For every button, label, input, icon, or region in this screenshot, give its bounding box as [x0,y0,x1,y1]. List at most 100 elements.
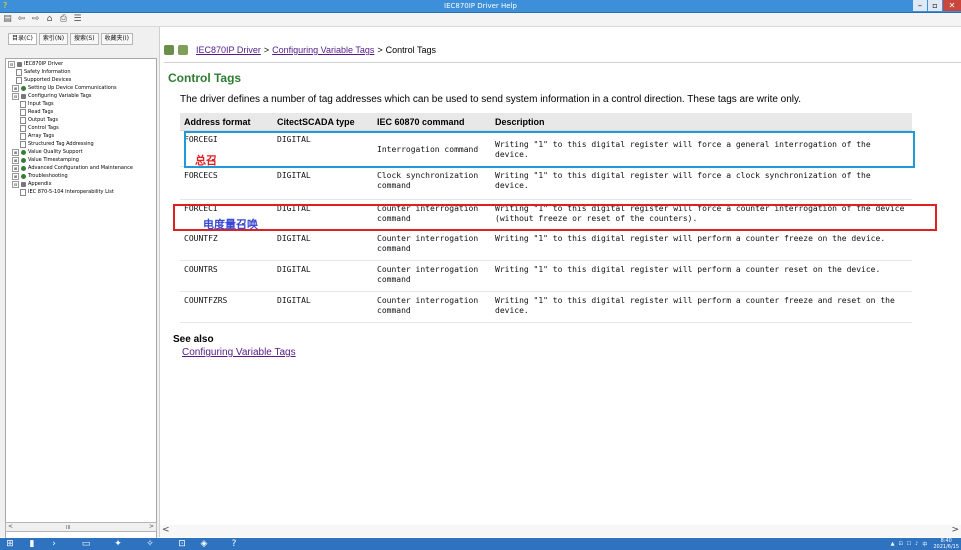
table-cell: COUNTFZ [180,229,273,261]
table-row: COUNTRS DIGITAL Counter interrogation comm… [180,260,912,292]
breadcrumb-separator: > [263,45,270,55]
tree-item[interactable]: Supported Devices [16,77,71,84]
tray-icon[interactable]: 中 [922,541,927,548]
tray-icon[interactable]: ☐ [907,541,911,547]
tree-horizontal-scrollbar[interactable]: < III > [5,522,157,532]
tab-index[interactable]: 索引(N) [38,33,69,45]
taskbar-tool2-icon[interactable]: ◈ [198,539,210,549]
tab-contents[interactable]: 目录(C) [8,33,37,45]
options-icon[interactable]: ☰ [72,14,83,25]
expand-toggle-icon[interactable]: ⊞ [12,85,19,92]
navigation-pane: 目录(C) 索引(N) 搜索(S) 收藏夹(I) ⊟ IEC870IP Drive… [0,27,160,550]
tree-item[interactable]: Output Tags [20,117,58,124]
tree-item[interactable]: ⊞ Value Timestamping [12,157,79,164]
clock[interactable]: 8:40 2021/6/15 [933,538,959,550]
tree-item-label: Array Tags [28,133,55,139]
tray-icon[interactable]: ♪ [915,541,918,547]
table-cell: Clock synchronization command [373,166,491,200]
tree-item[interactable]: ⊞ Setting Up Device Communications [12,85,117,92]
expand-toggle-icon[interactable]: ⊞ [12,173,19,180]
book-icon [21,182,26,187]
book-icon [17,62,22,67]
tray-icon[interactable]: ⊡ [898,541,902,547]
forward-icon[interactable]: ⇨ [30,14,41,25]
expand-toggle-icon[interactable]: ⊞ [12,157,19,164]
breadcrumb-link-configuring[interactable]: Configuring Variable Tags [272,45,374,55]
tree-item-label: IEC870IP Driver [24,61,64,67]
back-icon[interactable]: ⇦ [16,14,27,25]
column-header: Address format [180,113,273,131]
see-also-link[interactable]: Configuring Variable Tags [182,347,296,358]
topic-icon [21,158,26,163]
annotation-general-interrogation: 总召 [195,154,217,167]
column-header: CitectSCADA type [273,113,373,131]
table-cell: DIGITAL [273,166,373,200]
tree-item[interactable]: ⊟ IEC870IP Driver [8,61,63,68]
taskbar-start-icon[interactable]: ⊞ [4,539,16,549]
tree-item[interactable]: ⊟ Configuring Variable Tags [12,93,92,100]
home-icon[interactable]: ⌂ [44,14,55,25]
content-horizontal-scrollbar[interactable]: < > [160,525,961,537]
page-icon [20,141,26,148]
tree-item-label: Troubleshooting [28,173,68,179]
page-icon [20,133,26,140]
tree-item[interactable]: ⊟ Appendix [12,181,52,188]
tree-item-label: Appendix [28,181,52,187]
scroll-right-button[interactable]: > [951,525,959,535]
scroll-right-button[interactable]: > [147,523,156,531]
tree-item[interactable]: ⊞ Troubleshooting [12,173,68,180]
table-cell: Writing "1" to this digital register wil… [491,229,912,261]
taskbar-app-run-icon[interactable]: ✧ [144,539,156,549]
tree-item[interactable]: Input Tags [20,101,54,108]
breadcrumb-link-driver[interactable]: IEC870IP Driver [196,45,261,55]
taskbar-app-tool-icon[interactable]: ✦ [112,539,124,549]
tree-item[interactable]: Read Tags [20,109,53,116]
minimize-button[interactable]: – [913,0,927,11]
intro-text: The driver defines a number of tag addre… [180,94,802,105]
tree-item-label: Output Tags [28,117,59,123]
column-header: IEC 60870 command [373,113,491,131]
tab-search[interactable]: 搜索(S) [70,33,99,45]
expand-toggle-icon[interactable]: ⊟ [8,61,15,68]
window-title: IEC870IP Driver Help [444,2,517,10]
tree-item[interactable]: IEC 870-5-104 Interoperability List [20,189,114,196]
scroll-left-button[interactable]: < [6,523,15,531]
page-icon [20,109,26,116]
tree-item[interactable]: Structured Tag Addressing [20,141,94,148]
scroll-thumb[interactable]: III [66,525,70,531]
contents-pane-icon[interactable]: ▤ [2,14,13,25]
table-row: COUNTFZRS DIGITAL Counter interrogation co… [180,291,912,323]
expand-toggle-icon[interactable]: ⊞ [12,149,19,156]
taskbar-server-manager-icon[interactable]: ▮ [26,539,38,549]
system-tray: ▲ ⊡ ☐ ♪ 中 8:40 2021/6/15 [887,538,959,550]
taskbar-help-icon[interactable]: ? [228,539,240,549]
print-icon[interactable]: ⎙ [58,14,69,25]
maximize-button[interactable]: ▫ [928,0,942,11]
annotation-counter-interrogation: 电度量召唤 [203,218,258,231]
table-cell: DIGITAL [273,229,373,261]
tree-item[interactable]: Safety Information [16,69,71,76]
tree-item[interactable]: ⊞ Value Quality Support [12,149,83,156]
book-icon [178,45,188,55]
taskbar-file-explorer-icon[interactable]: ▭ [80,539,92,549]
taskbar-iec-help-icon[interactable]: ⊡ [176,539,188,549]
tree-item[interactable]: ⊞ Advanced Configuration and Maintenance [12,165,133,172]
topic-content: IEC870IP Driver > Configuring Variable T… [160,27,961,537]
taskbar-powershell-icon[interactable]: › [48,539,60,549]
breadcrumb-current: Control Tags [385,45,436,55]
topic-icon [21,174,26,179]
page-title: Control Tags [168,71,242,85]
expand-toggle-icon[interactable]: ⊟ [12,93,19,100]
table-cell: FORCECS [180,166,273,200]
scroll-left-button[interactable]: < [162,525,170,535]
clock-date: 2021/6/15 [933,544,959,550]
tab-favorites[interactable]: 收藏夹(I) [100,33,133,45]
close-button[interactable]: ✕ [943,0,961,11]
tree-item-label: Control Tags [28,125,59,131]
tree-item[interactable]: Array Tags [20,133,54,140]
tray-icon[interactable]: ▲ [891,541,895,547]
tree-item[interactable]: Control Tags [20,125,59,132]
expand-toggle-icon[interactable]: ⊞ [12,165,19,172]
expand-toggle-icon[interactable]: ⊟ [12,181,19,188]
table-cell: DIGITAL [273,260,373,292]
